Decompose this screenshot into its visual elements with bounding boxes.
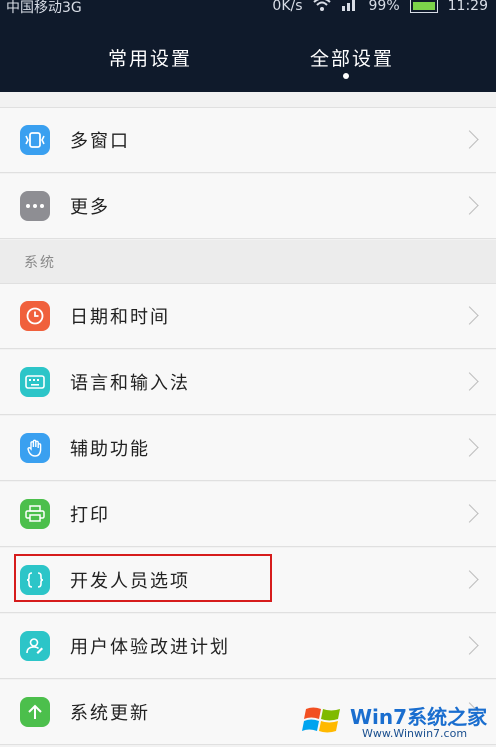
chevron-right-icon xyxy=(460,636,479,655)
multi-window-icon xyxy=(20,125,50,155)
watermark-text: Win7系统之家 xyxy=(350,705,488,729)
tab-common-settings[interactable]: 常用设置 xyxy=(108,44,192,71)
chevron-right-icon xyxy=(460,504,479,523)
status-bar: 中国移动3G 0K/s 99% 11:29 xyxy=(0,0,496,18)
printer-icon xyxy=(20,499,50,529)
watermark: Win7系统之家 Www.Winwin7.com xyxy=(300,697,492,745)
settings-item-label: 日期和时间 xyxy=(70,307,170,328)
arrow-up-icon xyxy=(20,697,50,727)
settings-item-label: 用户体验改进计划 xyxy=(70,637,230,658)
header: 中国移动3G 0K/s 99% 11:29 常用设置 全部设置 xyxy=(0,0,496,92)
status-right: 0K/s 99% 11:29 xyxy=(272,0,488,15)
list-top-divider xyxy=(0,92,496,108)
chevron-right-icon xyxy=(460,306,479,325)
hand-icon xyxy=(20,433,50,463)
carrier-label: 中国移动3G xyxy=(6,0,82,16)
wifi-icon xyxy=(312,0,331,15)
settings-item-multi-window[interactable]: 多窗口 xyxy=(0,108,496,173)
settings-item-label: 语言和输入法 xyxy=(70,373,190,394)
battery-label: 99% xyxy=(368,0,400,14)
settings-item-language-input[interactable]: 语言和输入法 xyxy=(0,350,496,415)
settings-item-user-experience[interactable]: 用户体验改进计划 xyxy=(0,614,496,679)
windows-logo-icon xyxy=(300,697,346,743)
section-header-system: 系统 xyxy=(0,240,496,284)
chevron-right-icon xyxy=(460,438,479,457)
user-edit-icon xyxy=(20,631,50,661)
settings-item-print[interactable]: 打印 xyxy=(0,482,496,547)
settings-item-label: 系统更新 xyxy=(70,703,150,724)
settings-item-accessibility[interactable]: 辅助功能 xyxy=(0,416,496,481)
settings-item-label: 多窗口 xyxy=(70,131,130,152)
highlight-box xyxy=(14,554,272,602)
signal-icon xyxy=(341,0,359,15)
section-title: 系统 xyxy=(24,255,56,271)
settings-item-date-time[interactable]: 日期和时间 xyxy=(0,284,496,349)
time-label: 11:29 xyxy=(447,0,488,14)
more-dots-icon xyxy=(20,191,50,221)
chevron-right-icon xyxy=(460,570,479,589)
chevron-right-icon xyxy=(460,196,479,215)
tab-all-settings[interactable]: 全部设置 xyxy=(310,44,394,71)
settings-item-label: 打印 xyxy=(70,505,110,526)
active-tab-indicator xyxy=(343,73,349,79)
settings-item-more[interactable]: 更多 xyxy=(0,174,496,239)
settings-item-label: 辅助功能 xyxy=(70,439,150,460)
battery-icon xyxy=(409,0,438,13)
keyboard-icon xyxy=(20,367,50,397)
clock-icon xyxy=(20,301,50,331)
chevron-right-icon xyxy=(460,130,479,149)
watermark-url: Www.Winwin7.com xyxy=(362,727,468,740)
speed-label: 0K/s xyxy=(272,0,303,14)
chevron-right-icon xyxy=(460,372,479,391)
settings-item-label: 更多 xyxy=(70,197,110,218)
